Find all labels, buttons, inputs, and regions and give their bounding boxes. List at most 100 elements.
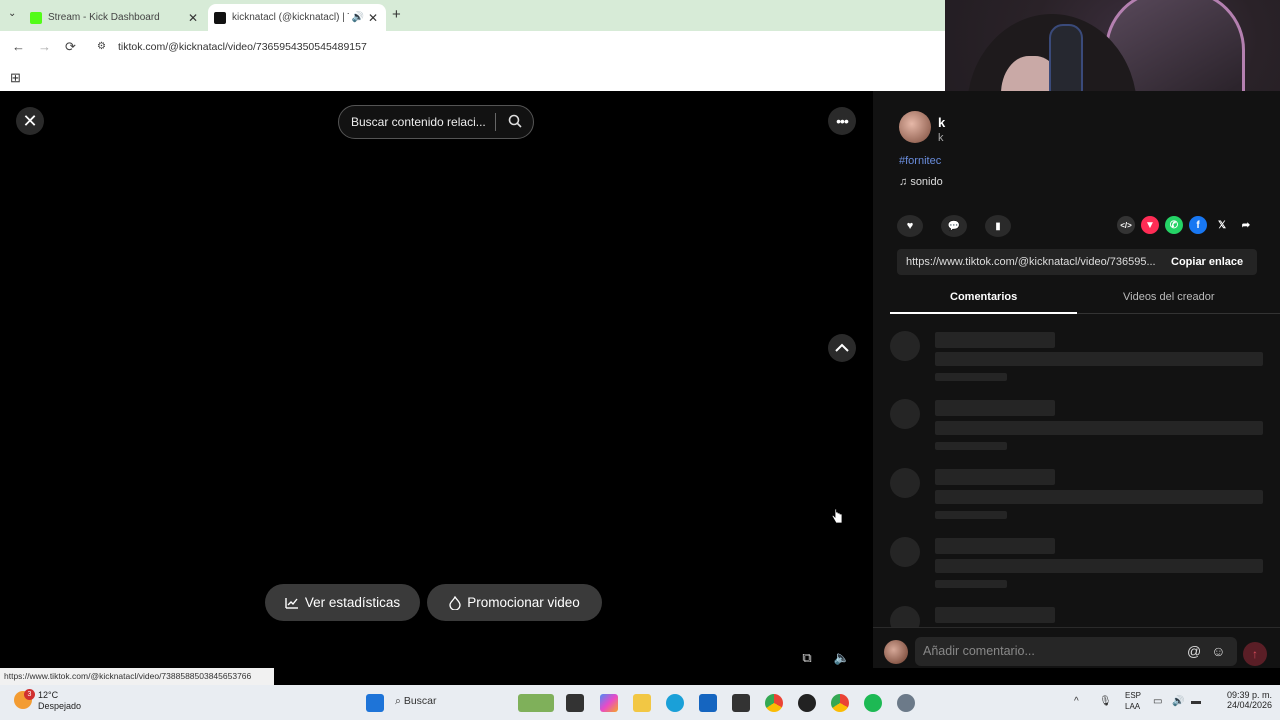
lang-bottom: LAA [1125, 702, 1141, 711]
settings-icon[interactable] [897, 694, 915, 712]
browser-tab-kick[interactable]: Stream - Kick Dashboard ✕ [30, 4, 206, 31]
search-divider [495, 113, 496, 131]
taskbar-search[interactable]: ⌕ Buscar [395, 695, 437, 708]
promote-video-button[interactable]: Promocionar video [427, 584, 602, 621]
system-clock[interactable]: 09:39 p. m. 24/04/2026 [1216, 690, 1272, 710]
bookmark-button[interactable]: ▮ [985, 215, 1011, 237]
screen: ⌄ Stream - Kick Dashboard ✕ kicknatacl (… [0, 0, 1280, 720]
video-hashtag[interactable]: #fornitec [899, 155, 941, 167]
notification-badge: 3 [24, 689, 35, 700]
video-player[interactable]: ✕ Buscar contenido relaci... ••• Ver est… [0, 91, 873, 668]
skeleton-line [935, 538, 1055, 554]
skeleton-line [935, 373, 1007, 381]
search-icon[interactable] [508, 114, 522, 131]
address-bar-row: ← → ⟳ ⚙ tiktok.com/@kicknatacl/video/736… [0, 31, 945, 63]
browser-tab-bar: ⌄ Stream - Kick Dashboard ✕ kicknatacl (… [0, 0, 945, 31]
volume-icon[interactable]: 🔈 [831, 647, 853, 669]
battery-icon[interactable]: ▬ [1191, 696, 1201, 707]
video-sound[interactable]: ♫ sonido [899, 176, 943, 188]
panel-tabs: Comentarios Videos del creador [890, 287, 1280, 314]
tab-creator-videos[interactable]: Videos del creador [1123, 291, 1215, 303]
lang-top: ESP [1125, 691, 1142, 700]
browser-tab-tiktok[interactable]: kicknatacl (@kicknatacl) | Ti 🔊 ✕ [208, 4, 386, 31]
edge-icon[interactable] [666, 694, 684, 712]
details-panel: k k #fornitec ♫ sonido ♥ 💬 ▮ </> ▼ ✆ f 𝕏… [873, 91, 1280, 668]
windows-start-icon[interactable] [366, 694, 384, 712]
whatsapp-icon[interactable]: ✆ [1165, 216, 1183, 234]
share-link-text[interactable]: https://www.tiktok.com/@kicknatacl/video… [897, 256, 1163, 268]
mini-player-icon[interactable]: ⧉ [796, 647, 818, 669]
promote-video-label: Promocionar video [467, 595, 580, 610]
chrome-profile-icon[interactable] [831, 694, 849, 712]
related-search-box[interactable]: Buscar contenido relaci... [338, 105, 534, 139]
file-explorer-icon[interactable] [633, 694, 651, 712]
skeleton-line [935, 421, 1263, 435]
clock-time: 09:39 p. m. [1226, 690, 1272, 700]
speaker-icon[interactable]: 🔊 [1172, 696, 1184, 707]
mention-icon[interactable]: @ [1187, 643, 1201, 659]
creator-name[interactable]: k [938, 115, 945, 130]
reload-icon[interactable]: ⟳ [65, 39, 76, 55]
obs-icon[interactable] [798, 694, 816, 712]
more-options-button[interactable]: ••• [828, 107, 856, 135]
weather-temp: 12°C [38, 690, 59, 700]
emoji-icon[interactable]: ☺ [1211, 643, 1225, 659]
creator-avatar[interactable] [899, 111, 931, 143]
share-link-box: https://www.tiktok.com/@kicknatacl/video… [897, 249, 1257, 275]
view-stats-button[interactable]: Ver estadísticas [265, 584, 420, 621]
tab-close-icon[interactable]: ✕ [188, 11, 198, 25]
creator-username[interactable]: k [938, 132, 944, 144]
chrome-icon[interactable] [765, 694, 783, 712]
tab-close-icon[interactable]: ✕ [368, 11, 378, 25]
audio-playing-icon[interactable]: 🔊 [351, 12, 363, 23]
chart-line-icon [285, 597, 298, 609]
site-info-icon[interactable]: ⚙ [97, 41, 106, 52]
bookmark-icon: ▮ [995, 220, 1001, 232]
bookmarks-bar: ⊞ [0, 63, 945, 91]
skeleton-avatar [890, 331, 920, 361]
taskbar-search-label: Buscar [403, 695, 437, 707]
comment-bar: Añadir comentario... @ ☺ ↑ [873, 627, 1280, 668]
spotify-icon[interactable] [864, 694, 882, 712]
language-indicator[interactable]: ESP LAA [1125, 690, 1141, 712]
copilot-icon[interactable] [600, 694, 618, 712]
back-icon[interactable]: ← [12, 39, 25, 54]
tab-title: Stream - Kick Dashboard [48, 12, 160, 23]
skeleton-avatar [890, 468, 920, 498]
tab-list-chevron-icon[interactable]: ⌄ [8, 8, 16, 19]
comment-button[interactable]: 💬 [941, 215, 967, 237]
url-field[interactable]: tiktok.com/@kicknatacl/video/73659543505… [118, 41, 367, 53]
skeleton-avatar [890, 399, 920, 429]
chevron-up-icon [835, 343, 849, 352]
windows-taskbar: 3 12°C Despejado ⌕ Buscar ^ 🎙 ESP LAA ▭ … [0, 685, 1280, 720]
close-video-button[interactable]: ✕ [16, 107, 44, 135]
post-comment-button[interactable]: ↑ [1243, 642, 1267, 666]
send-to-friends-icon[interactable]: ▼ [1141, 216, 1159, 234]
previous-video-button[interactable] [828, 334, 856, 362]
share-buttons: </> ▼ ✆ f 𝕏 ➦ [1117, 216, 1255, 234]
store-icon[interactable] [699, 694, 717, 712]
active-tab-underline [890, 312, 1077, 314]
skeleton-line [935, 400, 1055, 416]
new-tab-button[interactable]: + [392, 6, 401, 23]
forward-icon[interactable]: → [38, 39, 51, 54]
skeleton-line [935, 490, 1263, 504]
facebook-icon[interactable]: f [1189, 216, 1207, 234]
kick-favicon-icon [30, 11, 42, 24]
unity-icon[interactable] [732, 694, 750, 712]
terminal-icon[interactable] [566, 694, 584, 712]
view-stats-label: Ver estadísticas [304, 595, 401, 610]
like-button[interactable]: ♥ [897, 215, 923, 237]
search-input[interactable]: Buscar contenido relaci... [339, 115, 495, 129]
x-icon[interactable]: 𝕏 [1213, 216, 1231, 234]
tiktok-favicon-icon [214, 11, 226, 24]
tab-comments[interactable]: Comentarios [950, 291, 1017, 303]
tray-chevron-icon[interactable]: ^ [1074, 696, 1079, 707]
apps-grid-icon[interactable]: ⊞ [10, 70, 21, 86]
embed-icon[interactable]: </> [1117, 216, 1135, 234]
share-arrow-icon[interactable]: ➦ [1237, 216, 1255, 234]
microphone-tray-icon[interactable]: 🎙 [1099, 696, 1112, 707]
copy-link-button[interactable]: Copiar enlace [1171, 256, 1243, 268]
comment-input-icons: @ ☺ [1187, 643, 1226, 659]
network-icon[interactable]: ▭ [1153, 696, 1162, 707]
